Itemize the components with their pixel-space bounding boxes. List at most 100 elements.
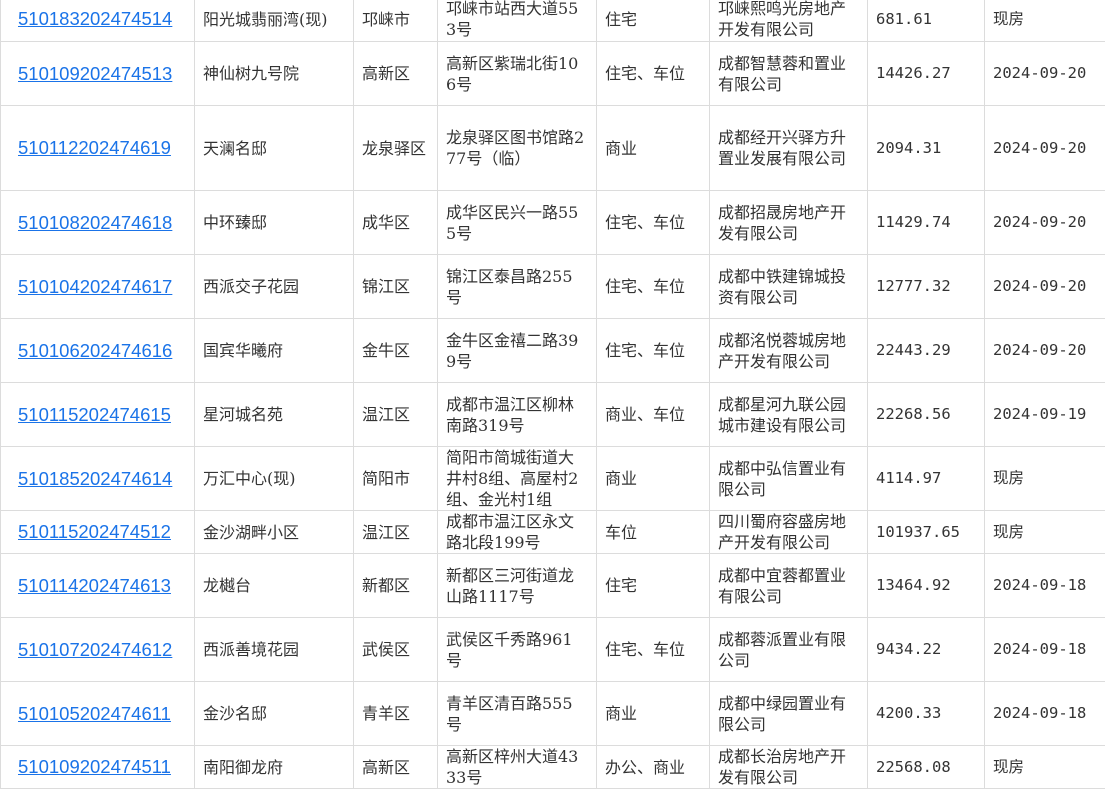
area-cell: 9434.22: [867, 617, 985, 682]
table-row: 510114202474613 龙樾台 新都区 新都区三河街道龙山路1117号 住宅 成都…: [0, 553, 1105, 618]
developer-cell: 成都中弘信置业有限公司: [709, 446, 868, 511]
presale-id-cell: 510108202474618: [0, 190, 195, 255]
district-cell: 龙泉驿区: [353, 105, 438, 191]
presale-id-cell: 510106202474616: [0, 318, 195, 383]
date-cell: 2024-09-18: [984, 617, 1105, 682]
developer-cell: 四川蜀府容盛房地产开发有限公司: [709, 510, 868, 554]
usage-cell: 住宅、车位: [596, 190, 710, 255]
address-cell: 高新区紫瑞北街106号: [437, 41, 597, 106]
project-name-cell: 万汇中心(现): [194, 446, 354, 511]
usage-cell: 办公、商业: [596, 745, 710, 789]
table-row: 510108202474618 中环臻邸 成华区 成华区民兴一路555号 住宅、车位 成都…: [0, 190, 1105, 255]
presale-id-cell: 510115202474615: [0, 382, 195, 447]
address-cell: 龙泉驿区图书馆路277号（临）: [437, 105, 597, 191]
area-cell: 12777.32: [867, 254, 985, 319]
project-name-cell: 神仙树九号院: [194, 41, 354, 106]
presale-id-cell: 510109202474513: [0, 41, 195, 106]
district-cell: 新都区: [353, 553, 438, 618]
district-cell: 高新区: [353, 745, 438, 789]
date-cell: 现房: [984, 446, 1105, 511]
date-cell: 2024-09-18: [984, 681, 1105, 746]
developer-cell: 邛崃熙鸣光房地产开发有限公司: [709, 0, 868, 42]
presale-id-link[interactable]: 510183202474514: [18, 8, 172, 29]
usage-cell: 住宅、车位: [596, 41, 710, 106]
area-cell: 22443.29: [867, 318, 985, 383]
project-name-cell: 南阳御龙府: [194, 745, 354, 789]
table-row: 510104202474617 西派交子花园 锦江区 锦江区泰昌路255号 住宅、车位成…: [0, 254, 1105, 319]
presale-id-cell: 510105202474611: [0, 681, 195, 746]
table-row: 510105202474611 金沙名邸 青羊区 青羊区清百路555号 商业 成都中绿园置…: [0, 681, 1105, 746]
date-cell: 现房: [984, 510, 1105, 554]
district-cell: 高新区: [353, 41, 438, 106]
project-name-cell: 中环臻邸: [194, 190, 354, 255]
date-cell: 2024-09-18: [984, 553, 1105, 618]
usage-cell: 商业: [596, 105, 710, 191]
area-cell: 101937.65: [867, 510, 985, 554]
district-cell: 青羊区: [353, 681, 438, 746]
district-cell: 锦江区: [353, 254, 438, 319]
presale-id-link[interactable]: 510105202474611: [18, 703, 171, 724]
district-cell: 武侯区: [353, 617, 438, 682]
project-name-cell: 国宾华曦府: [194, 318, 354, 383]
presale-id-link[interactable]: 510114202474613: [18, 575, 171, 596]
date-cell: 现房: [984, 745, 1105, 789]
address-cell: 新都区三河街道龙山路1117号: [437, 553, 597, 618]
area-cell: 22568.08: [867, 745, 985, 789]
presale-id-cell: 510114202474613: [0, 553, 195, 618]
presale-id-link[interactable]: 510104202474617: [18, 276, 172, 297]
table-row: 510115202474512 金沙湖畔小区 温江区 成都市温江区永文路北段199号车…: [0, 510, 1105, 554]
project-name-cell: 阳光城翡丽湾(现): [194, 0, 354, 42]
presale-id-link[interactable]: 510108202474618: [18, 212, 172, 233]
table-row: 510112202474619 天澜名邸 龙泉驿区 龙泉驿区图书馆路277号（临） 商业…: [0, 105, 1105, 191]
usage-cell: 商业、车位: [596, 382, 710, 447]
district-cell: 邛崃市: [353, 0, 438, 42]
address-cell: 高新区梓州大道4333号: [437, 745, 597, 789]
table-row: 510106202474616 国宾华曦府 金牛区 金牛区金禧二路399号 住宅、车位成…: [0, 318, 1105, 383]
presale-id-link[interactable]: 510185202474614: [18, 468, 172, 489]
district-cell: 简阳市: [353, 446, 438, 511]
date-cell: 2024-09-20: [984, 318, 1105, 383]
usage-cell: 商业: [596, 446, 710, 511]
presale-id-link[interactable]: 510115202474615: [18, 404, 171, 425]
usage-cell: 住宅: [596, 553, 710, 618]
address-cell: 成华区民兴一路555号: [437, 190, 597, 255]
presale-id-cell: 510112202474619: [0, 105, 195, 191]
table-row: 510107202474612 西派善境花园 武侯区 武侯区千秀路961号 住宅、车位成…: [0, 617, 1105, 682]
district-cell: 温江区: [353, 510, 438, 554]
usage-cell: 住宅、车位: [596, 617, 710, 682]
table-row: 510115202474615 星河城名苑 温江区 成都市温江区柳林南路319号 商业、…: [0, 382, 1105, 447]
district-cell: 成华区: [353, 190, 438, 255]
presale-id-link[interactable]: 510112202474619: [18, 137, 171, 158]
area-cell: 2094.31: [867, 105, 985, 191]
presale-table: 510183202474514 阳光城翡丽湾(现) 邛崃市 邛崃市站西大道553号 住宅…: [0, 0, 1105, 789]
presale-id-link[interactable]: 510109202474513: [18, 63, 172, 84]
address-cell: 邛崃市站西大道553号: [437, 0, 597, 42]
usage-cell: 商业: [596, 681, 710, 746]
developer-cell: 成都洺悦蓉城房地产开发有限公司: [709, 318, 868, 383]
area-cell: 13464.92: [867, 553, 985, 618]
presale-id-cell: 510109202474511: [0, 745, 195, 789]
date-cell: 2024-09-20: [984, 41, 1105, 106]
presale-id-link[interactable]: 510109202474511: [18, 756, 171, 777]
area-cell: 11429.74: [867, 190, 985, 255]
presale-id-link[interactable]: 510106202474616: [18, 340, 172, 361]
date-cell: 现房: [984, 0, 1105, 42]
presale-id-link[interactable]: 510115202474512: [18, 521, 171, 542]
developer-cell: 成都中铁建锦城投资有限公司: [709, 254, 868, 319]
presale-id-link[interactable]: 510107202474612: [18, 639, 172, 660]
project-name-cell: 星河城名苑: [194, 382, 354, 447]
area-cell: 22268.56: [867, 382, 985, 447]
area-cell: 4200.33: [867, 681, 985, 746]
address-cell: 成都市温江区永文路北段199号: [437, 510, 597, 554]
presale-id-cell: 510104202474617: [0, 254, 195, 319]
project-name-cell: 龙樾台: [194, 553, 354, 618]
developer-cell: 成都长治房地产开发有限公司: [709, 745, 868, 789]
address-cell: 青羊区清百路555号: [437, 681, 597, 746]
date-cell: 2024-09-20: [984, 254, 1105, 319]
address-cell: 锦江区泰昌路255号: [437, 254, 597, 319]
address-cell: 成都市温江区柳林南路319号: [437, 382, 597, 447]
address-cell: 金牛区金禧二路399号: [437, 318, 597, 383]
project-name-cell: 金沙名邸: [194, 681, 354, 746]
usage-cell: 住宅: [596, 0, 710, 42]
developer-cell: 成都中绿园置业有限公司: [709, 681, 868, 746]
